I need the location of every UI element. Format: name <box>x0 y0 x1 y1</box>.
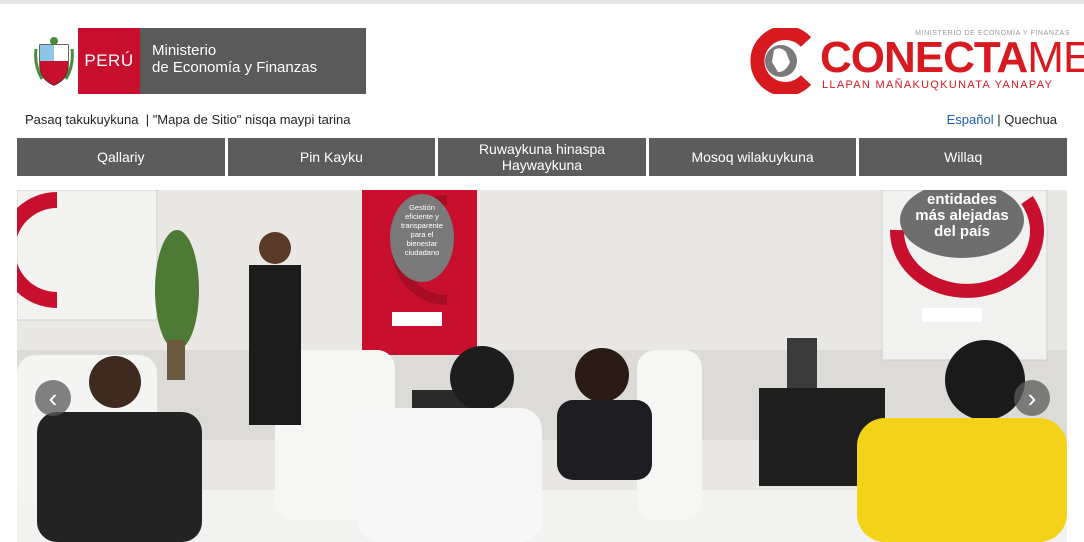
nav-item-about[interactable]: Pin Kayku <box>227 138 436 176</box>
language-separator: | <box>993 112 1005 127</box>
language-switcher: Español | Quechua <box>947 112 1057 127</box>
mef-text: MEF <box>1027 33 1084 82</box>
ministry-logo[interactable]: PERÚ Ministerio de Economía y Finanzas <box>30 28 366 94</box>
peru-label: PERÚ <box>78 28 140 94</box>
nav-item-services[interactable]: Ruwaykuna hinaspa Haywaykuna <box>438 138 646 176</box>
conectamef-emblem-icon <box>750 28 812 94</box>
hero-image: Gestión eficiente y transparente para el bie… <box>17 190 1067 542</box>
language-quechua-link[interactable]: Quechua <box>1004 112 1057 127</box>
chevron-left-icon: ‹ <box>48 382 58 413</box>
conectamef-wordmark: CONECTAMEF <box>820 36 1084 80</box>
chevron-right-icon: › <box>1027 382 1037 413</box>
conectamef-tagline: LLAPAN MAÑAKUQKUNATA YANAPAY <box>822 79 1054 91</box>
carousel-prev-button[interactable]: ‹ <box>35 380 71 416</box>
ministry-name: Ministerio de Economía y Finanzas <box>140 28 366 94</box>
conectamef-logo[interactable]: MINISTERIO DE ECONOMÍA Y FINANZAS CONECT… <box>750 28 1084 94</box>
ministry-line-2: de Economía y Finanzas <box>152 59 318 76</box>
link-site-map[interactable]: "Mapa de Sitio" nisqa maypi tarina <box>153 112 351 127</box>
nav-item-news[interactable]: Mosoq wilakuykuna <box>648 138 857 176</box>
top-divider <box>0 0 1084 4</box>
utility-links: Pasaq takukuykuna | "Mapa de Sitio" nisq… <box>25 112 351 127</box>
main-navigation: Qallariy Pin Kayku Ruwaykuna hinaspa Hay… <box>17 138 1067 176</box>
carousel-next-button[interactable]: › <box>1014 380 1050 416</box>
hero-carousel: Gestión eficiente y transparente para el bie… <box>17 190 1067 542</box>
utility-separator: | <box>138 112 153 127</box>
language-spanish-link[interactable]: Español <box>947 112 994 127</box>
nav-item-contact[interactable]: Willaq <box>859 138 1067 176</box>
link-frequent-questions[interactable]: Pasaq takukuykuna <box>25 112 138 127</box>
ministry-line-1: Ministerio <box>152 42 217 59</box>
nav-item-home[interactable]: Qallariy <box>17 138 225 176</box>
conecta-text: CONECTA <box>820 33 1028 82</box>
coat-of-arms-icon <box>30 28 78 94</box>
